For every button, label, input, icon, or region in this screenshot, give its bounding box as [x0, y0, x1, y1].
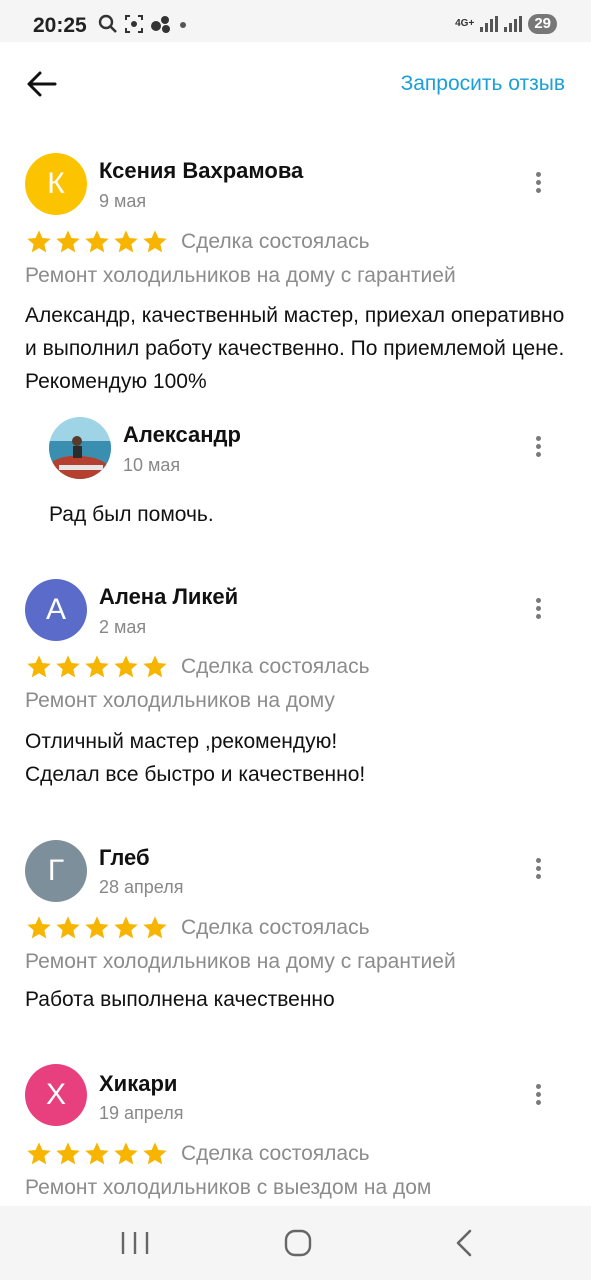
star-rating: [25, 1140, 169, 1168]
reply-text: Рад был помочь.: [49, 503, 214, 526]
review-date: 2 мая: [99, 617, 147, 637]
star-icon: [114, 230, 138, 253]
reply-avatar[interactable]: [49, 417, 111, 479]
star-icon: [85, 1142, 109, 1165]
service-name: Ремонт холодильников с выездом на дом: [25, 1176, 432, 1199]
review-text-line-2: Сделал все быстро и качественно!: [25, 763, 366, 786]
more-options-icon[interactable]: [530, 858, 546, 884]
star-icon: [143, 1142, 167, 1165]
app-header: Запросить отзыв: [0, 42, 591, 128]
reply-more-options-icon[interactable]: [530, 436, 546, 462]
rating-row: Сделка состоялась: [25, 228, 370, 256]
star-icon: [143, 655, 167, 678]
avatar[interactable]: К: [25, 153, 87, 215]
avatar-photo: [49, 417, 111, 479]
deal-status: Сделка состоялась: [181, 916, 370, 939]
star-icon: [27, 916, 51, 939]
home-button[interactable]: [281, 1228, 315, 1258]
reply-date: 10 мая: [123, 455, 181, 475]
author-name[interactable]: Хикари: [99, 1071, 177, 1097]
review-card: Х Хикари 19 апреля Сделка состоялась Рем…: [0, 1063, 591, 1206]
review-text-line-1: Отличный мастер ,рекомендую!: [25, 730, 338, 753]
star-icon: [27, 655, 51, 678]
star-icon: [27, 230, 51, 253]
review-date: 9 мая: [99, 191, 147, 211]
reply-author-name[interactable]: Александр: [123, 422, 241, 448]
back-arrow-icon: [27, 71, 57, 97]
star-icon: [56, 655, 80, 678]
dot-icon: [178, 14, 188, 38]
review-text: Работа выполнена качественно: [25, 988, 335, 1011]
author-name[interactable]: Глеб: [99, 845, 150, 871]
signal-icon-2: [504, 16, 523, 32]
avatar[interactable]: Г: [25, 840, 87, 902]
service-name: Ремонт холодильников на дому с гарантией: [25, 950, 456, 973]
author-name[interactable]: Ксения Вахрамова: [99, 158, 303, 184]
star-icon: [85, 230, 109, 253]
star-icon: [56, 1142, 80, 1165]
review-card: Г Глеб 28 апреля Сделка состоялась Ремон…: [0, 837, 591, 1027]
rating-row: Сделка состоялась: [25, 653, 370, 681]
status-time: 20:25: [33, 14, 87, 37]
avatar[interactable]: Х: [25, 1064, 87, 1126]
star-rating: [25, 914, 169, 942]
nav-back-button[interactable]: [447, 1228, 481, 1258]
service-name: Ремонт холодильников на дому с гарантией: [25, 264, 456, 287]
review-text: Александр, качественный мастер, приехал …: [25, 304, 565, 393]
app-notification-icon: [150, 14, 172, 38]
star-icon: [114, 916, 138, 939]
star-icon: [114, 655, 138, 678]
star-icon: [143, 916, 167, 939]
search-icon: [98, 14, 118, 38]
request-review-link[interactable]: Запросить отзыв: [401, 72, 565, 96]
rating-row: Сделка состоялась: [25, 1140, 370, 1168]
star-icon: [114, 1142, 138, 1165]
status-bar: 20:25 4G+ 29: [0, 0, 591, 42]
deal-status: Сделка состоялась: [181, 1142, 370, 1165]
recent-apps-button[interactable]: [118, 1228, 152, 1258]
battery-badge: 29: [528, 14, 557, 34]
star-rating: [25, 228, 169, 256]
status-icons-right: 4G+ 29: [455, 14, 557, 34]
star-icon: [56, 230, 80, 253]
star-icon: [85, 655, 109, 678]
avatar[interactable]: А: [25, 579, 87, 641]
service-name: Ремонт холодильников на дому: [25, 689, 335, 712]
review-date: 28 апреля: [99, 877, 184, 897]
author-name[interactable]: Алена Ликей: [99, 584, 238, 610]
screenshot-icon: [124, 14, 144, 38]
rating-row: Сделка состоялась: [25, 914, 370, 942]
system-nav-bar: [0, 1206, 591, 1280]
home-icon: [284, 1229, 312, 1257]
deal-status: Сделка состоялась: [181, 230, 370, 253]
review-card: К Ксения Вахрамова 9 мая Сделка состояла…: [0, 150, 591, 550]
review-card: А Алена Ликей 2 мая Сделка состоялась Ре…: [0, 576, 591, 806]
more-options-icon[interactable]: [530, 598, 546, 624]
status-icons-left: [98, 14, 188, 38]
network-type: 4G+: [455, 18, 475, 29]
star-rating: [25, 653, 169, 681]
star-icon: [56, 916, 80, 939]
signal-icon: [480, 16, 499, 32]
star-icon: [143, 230, 167, 253]
star-icon: [27, 1142, 51, 1165]
more-options-icon[interactable]: [530, 1084, 546, 1110]
recent-apps-icon: [121, 1232, 149, 1254]
review-date: 19 апреля: [99, 1103, 184, 1123]
more-options-icon[interactable]: [530, 172, 546, 198]
back-button[interactable]: [24, 68, 60, 100]
nav-back-icon: [456, 1229, 472, 1257]
star-icon: [85, 916, 109, 939]
deal-status: Сделка состоялась: [181, 655, 370, 678]
